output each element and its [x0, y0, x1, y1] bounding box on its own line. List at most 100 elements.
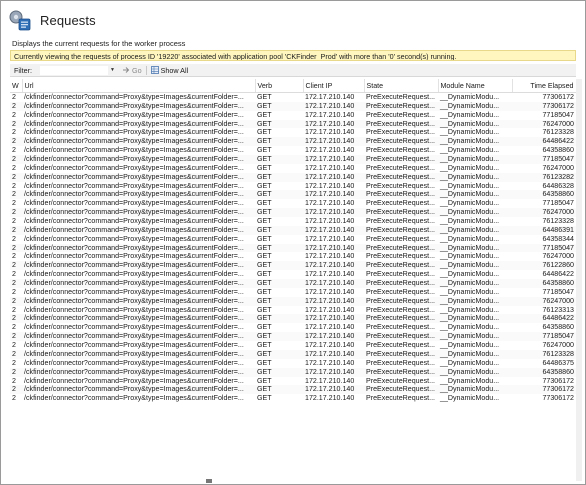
table-row[interactable]: 2/ckfinder/connector?command=Proxy&type=… — [10, 119, 576, 129]
cell-module-name: __DynamicModu... — [440, 110, 500, 119]
page-title: Requests — [40, 12, 96, 28]
cell-time-elapsed: 64486328 — [542, 181, 574, 190]
table-row[interactable]: 2/ckfinder/connector?command=Proxy&type=… — [10, 349, 576, 359]
column-header-url[interactable]: Url — [22, 79, 256, 93]
table-row[interactable]: 2/ckfinder/connector?command=Proxy&type=… — [10, 288, 576, 297]
table-row[interactable]: 2/ckfinder/connector?command=Proxy&type=… — [10, 341, 576, 350]
table-row[interactable]: 2/ckfinder/connector?command=Proxy&type=… — [10, 111, 576, 120]
table-row[interactable]: 2/ckfinder/connector?command=Proxy&type=… — [10, 208, 576, 218]
table-row[interactable]: 2/ckfinder/connector?command=Proxy&type=… — [10, 164, 576, 173]
cell-time-elapsed: 76123313 — [542, 305, 574, 314]
cell-module-name: __DynamicModu... — [440, 305, 500, 314]
cell-url: /ckfinder/connector?command=Proxy&type=I… — [24, 270, 244, 279]
table-row[interactable]: 2/ckfinder/connector?command=Proxy&type=… — [10, 235, 576, 244]
cell-state: PreExecuteRequest... — [364, 332, 438, 342]
table-row[interactable]: 2/ckfinder/connector?command=Proxy&type=… — [10, 243, 576, 253]
column-header-state[interactable]: State — [364, 79, 439, 93]
cell-client-ip: 172.17.210.140 — [305, 376, 355, 385]
table-row[interactable]: 2/ckfinder/connector?command=Proxy&type=… — [10, 225, 576, 235]
table-row[interactable]: 2/ckfinder/connector?command=Proxy&type=… — [10, 93, 576, 102]
filter-input[interactable] — [40, 65, 108, 75]
cell-state: PreExecuteRequest... — [366, 110, 436, 119]
table-row[interactable]: 2/ckfinder/connector?command=Proxy&type=… — [10, 252, 576, 261]
requests-grid[interactable]: W Url Verb Client IP State Module Name T… — [10, 79, 576, 481]
cell-time-elapsed: 64358860 — [512, 367, 576, 377]
cell-module-name: __DynamicModu... — [440, 252, 500, 261]
cell-worker: 2 — [12, 181, 16, 190]
cell-url: /ckfinder/connector?command=Proxy&type=I… — [22, 367, 255, 377]
table-row[interactable]: 2/ckfinder/connector?command=Proxy&type=… — [10, 199, 576, 208]
table-row[interactable]: 2/ckfinder/connector?command=Proxy&type=… — [10, 306, 576, 315]
go-button[interactable]: Go — [122, 66, 142, 75]
cell-verb: GET — [255, 296, 303, 306]
table-row[interactable]: 2/ckfinder/connector?command=Proxy&type=… — [10, 190, 576, 200]
table-row[interactable]: 2/ckfinder/connector?command=Proxy&type=… — [10, 323, 576, 332]
table-row[interactable]: 2/ckfinder/connector?command=Proxy&type=… — [10, 146, 576, 155]
cell-module-name: __DynamicModu... — [438, 190, 512, 200]
column-header-client-ip[interactable]: Client IP — [303, 79, 365, 93]
resize-grip[interactable] — [206, 479, 212, 483]
cell-client-ip: 172.17.210.140 — [303, 101, 364, 111]
table-row[interactable]: 2/ckfinder/connector?command=Proxy&type=… — [10, 359, 576, 368]
cell-verb: GET — [255, 119, 303, 129]
cell-client-ip: 172.17.210.140 — [305, 305, 355, 314]
cell-url: /ckfinder/connector?command=Proxy&type=I… — [22, 314, 255, 324]
cell-verb: GET — [255, 155, 303, 164]
filter-label: Filter: — [14, 65, 32, 75]
column-header-module-name[interactable]: Module Name — [438, 79, 513, 93]
cell-client-ip: 172.17.210.140 — [305, 234, 355, 243]
cell-time-elapsed: 77306172 — [512, 101, 576, 111]
cell-module-name: __DynamicModu... — [438, 225, 512, 235]
cell-url: /ckfinder/connector?command=Proxy&type=I… — [22, 332, 255, 342]
table-row[interactable]: 2/ckfinder/connector?command=Proxy&type=… — [10, 279, 576, 288]
vertical-scrollbar[interactable] — [576, 79, 582, 481]
cell-time-elapsed: 64486422 — [512, 314, 576, 324]
cell-state: PreExecuteRequest... — [364, 225, 438, 235]
cell-worker: 2 — [10, 190, 22, 200]
cell-time-elapsed: 76123328 — [542, 128, 574, 137]
cell-state: PreExecuteRequest... — [364, 208, 438, 218]
cell-client-ip: 172.17.210.140 — [305, 110, 355, 119]
cell-client-ip: 172.17.210.140 — [303, 225, 364, 235]
cell-verb: GET — [257, 146, 272, 155]
cell-time-elapsed: 76247000 — [542, 163, 574, 172]
cell-url: /ckfinder/connector?command=Proxy&type=I… — [24, 376, 244, 385]
cell-state: PreExecuteRequest... — [366, 234, 436, 243]
filter-dropdown-arrow-icon[interactable]: ▼ — [110, 67, 118, 73]
table-row[interactable]: 2/ckfinder/connector?command=Proxy&type=… — [10, 332, 576, 342]
cell-state: PreExecuteRequest... — [366, 376, 436, 385]
show-all-button[interactable]: Show All — [150, 66, 188, 75]
column-header-time-elapsed[interactable]: Time Elapsed — [512, 79, 576, 93]
table-row[interactable]: 2/ckfinder/connector?command=Proxy&type=… — [10, 314, 576, 324]
cell-verb: GET — [255, 349, 303, 359]
column-header-verb[interactable]: Verb — [255, 79, 304, 93]
cell-verb: GET — [257, 110, 272, 119]
cell-worker: 2 — [12, 128, 16, 137]
cell-url: /ckfinder/connector?command=Proxy&type=I… — [24, 323, 244, 332]
cell-url: /ckfinder/connector?command=Proxy&type=I… — [22, 279, 255, 288]
table-row[interactable]: 2/ckfinder/connector?command=Proxy&type=… — [10, 128, 576, 137]
cell-verb: GET — [255, 261, 303, 271]
cell-verb: GET — [255, 332, 303, 342]
cell-state: PreExecuteRequest... — [364, 243, 438, 253]
cell-client-ip: 172.17.210.140 — [305, 163, 355, 172]
table-row[interactable]: 2/ckfinder/connector?command=Proxy&type=… — [10, 182, 576, 191]
cell-client-ip: 172.17.210.140 — [303, 296, 364, 306]
cell-verb: GET — [255, 314, 303, 324]
table-row[interactable]: 2/ckfinder/connector?command=Proxy&type=… — [10, 137, 576, 147]
table-row[interactable]: 2/ckfinder/connector?command=Proxy&type=… — [10, 385, 576, 395]
cell-client-ip: 172.17.210.140 — [303, 261, 364, 271]
table-row[interactable]: 2/ckfinder/connector?command=Proxy&type=… — [10, 394, 576, 403]
table-row[interactable]: 2/ckfinder/connector?command=Proxy&type=… — [10, 261, 576, 271]
table-row[interactable]: 2/ckfinder/connector?command=Proxy&type=… — [10, 296, 576, 306]
column-header-w[interactable]: W — [10, 79, 23, 93]
table-row[interactable]: 2/ckfinder/connector?command=Proxy&type=… — [10, 155, 576, 164]
table-row[interactable]: 2/ckfinder/connector?command=Proxy&type=… — [10, 172, 576, 182]
table-row[interactable]: 2/ckfinder/connector?command=Proxy&type=… — [10, 101, 576, 111]
table-row[interactable]: 2/ckfinder/connector?command=Proxy&type=… — [10, 217, 576, 226]
table-row[interactable]: 2/ckfinder/connector?command=Proxy&type=… — [10, 377, 576, 386]
table-row[interactable]: 2/ckfinder/connector?command=Proxy&type=… — [10, 367, 576, 377]
cell-module-name: __DynamicModu... — [438, 367, 512, 377]
cell-client-ip: 172.17.210.140 — [303, 349, 364, 359]
table-row[interactable]: 2/ckfinder/connector?command=Proxy&type=… — [10, 270, 576, 279]
